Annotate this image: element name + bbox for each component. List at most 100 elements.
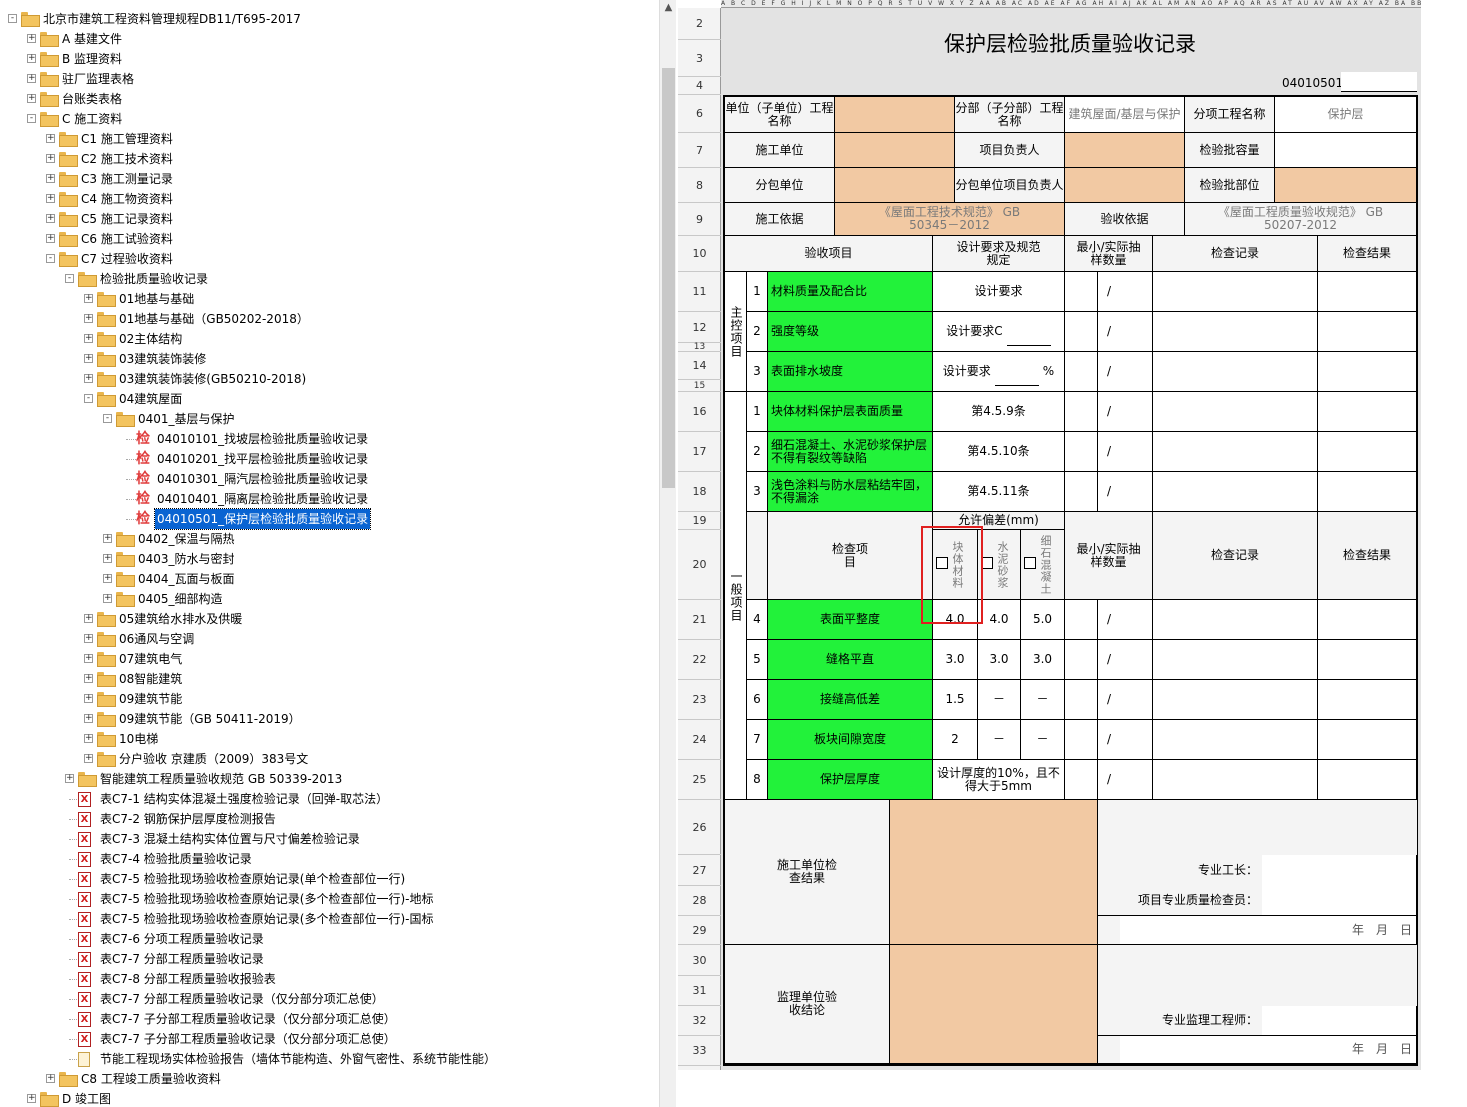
tree-node-label[interactable]: C7 过程验收资料 — [79, 249, 175, 269]
tree-node-label[interactable]: 06通风与空调 — [117, 629, 196, 649]
tree-node[interactable]: - 北京市建筑工程资料管理规程DB11/T695-2017 — [0, 9, 660, 29]
tree-node[interactable]: +03建筑装饰装修(GB50210-2018) — [0, 369, 660, 389]
tree-node-label[interactable]: C 施工资料 — [60, 109, 124, 129]
tree-node[interactable]: + C2 施工技术资料 — [0, 149, 660, 169]
expand-icon[interactable]: + — [27, 34, 36, 43]
min-sample-field[interactable] — [1065, 392, 1098, 432]
expand-icon[interactable]: + — [46, 134, 55, 143]
row-number[interactable]: 33 — [678, 1036, 721, 1066]
tree-node-label[interactable]: C8 工程竣工质量验收资料 — [79, 1069, 223, 1089]
result-field[interactable] — [1318, 392, 1417, 432]
tree-node-label[interactable]: 分户验收 京建质（2009）383号文 — [117, 749, 310, 769]
tree-node-label[interactable]: 0402_保温与隔热 — [136, 529, 237, 549]
expand-icon[interactable]: + — [84, 694, 93, 703]
tree-node[interactable]: 检 04010101_找坡层检验批质量验收记录 — [0, 429, 660, 449]
tree-node[interactable]: + C8 工程竣工质量验收资料 — [0, 1069, 660, 1089]
row-number[interactable]: 11 — [678, 272, 721, 312]
tree-node-label[interactable]: 表C7-5 检验批现场验收检查原始记录(单个检查部位一行) — [98, 869, 407, 889]
min-sample-field[interactable] — [1065, 720, 1098, 760]
expand-icon[interactable]: + — [84, 334, 93, 343]
row-number[interactable]: 24 — [678, 720, 721, 760]
min-sample-field[interactable] — [1065, 600, 1098, 640]
expand-icon[interactable]: + — [27, 54, 36, 63]
tree-node-label[interactable]: 04建筑屋面 — [117, 389, 184, 409]
expand-icon[interactable]: + — [46, 154, 55, 163]
tree-node[interactable]: 节能工程现场实体检验报告（墙体节能构造、外窗气密性、系统节能性能） — [0, 1049, 660, 1069]
tree-node-label[interactable]: 表C7-3 混凝土结构实体位置与尺寸偏差检验记录 — [98, 829, 362, 849]
tree-node[interactable]: +08智能建筑 — [0, 669, 660, 689]
row-number[interactable]: 19 — [678, 512, 721, 530]
tree-node-label[interactable]: 07建筑电气 — [117, 649, 184, 669]
row-number[interactable]: 27 — [678, 855, 721, 886]
tree-node[interactable]: +0403_防水与密封 — [0, 549, 660, 569]
collapse-icon[interactable]: - — [8, 14, 17, 23]
record-field[interactable] — [1153, 472, 1318, 512]
checkbox[interactable] — [1024, 556, 1036, 569]
expand-icon[interactable]: + — [103, 534, 112, 543]
actual-sample-field[interactable] — [1120, 472, 1153, 512]
expand-icon[interactable]: + — [27, 94, 36, 103]
tree-node[interactable]: X 表C7-4 检验批质量验收记录 — [0, 849, 660, 869]
tree-node[interactable]: X 表C7-1 结构实体混凝土强度检验记录（回弹-取芯法） — [0, 789, 660, 809]
code-suffix-field[interactable] — [1341, 72, 1417, 92]
tree-node[interactable]: - C7 过程验收资料 — [0, 249, 660, 269]
result-field[interactable] — [1318, 432, 1417, 472]
tree-node[interactable]: X 表C7-7 子分部工程质量验收记录（仅分部分项汇总使） — [0, 1009, 660, 1029]
tree-node[interactable]: +06通风与空调 — [0, 629, 660, 649]
tree-node[interactable]: 检 04010301_隔汽层检验批质量验收记录 — [0, 469, 660, 489]
row-number[interactable]: 15 — [678, 380, 721, 392]
actual-sample-field[interactable] — [1120, 680, 1153, 720]
tree-node-label[interactable]: 0404_瓦面与板面 — [136, 569, 237, 589]
tree-node[interactable]: X 表C7-5 检验批现场验收检查原始记录(单个检查部位一行) — [0, 869, 660, 889]
sub-pm-field[interactable] — [1065, 168, 1185, 203]
tree-node[interactable]: +01地基与基础（GB50202-2018） — [0, 309, 660, 329]
tree-node[interactable]: + C4 施工物资资料 — [0, 189, 660, 209]
tree-node[interactable]: +07建筑电气 — [0, 649, 660, 669]
collapse-icon[interactable]: - — [27, 114, 36, 123]
expand-icon[interactable]: + — [84, 354, 93, 363]
tree-node-label[interactable]: B 监理资料 — [60, 49, 124, 69]
tree-node[interactable]: +10电梯 — [0, 729, 660, 749]
actual-sample-field[interactable] — [1120, 720, 1153, 760]
record-field[interactable] — [1153, 680, 1318, 720]
engineer-field[interactable] — [1262, 1006, 1417, 1036]
tree-node[interactable]: + C1 施工管理资料 — [0, 129, 660, 149]
record-field[interactable] — [1153, 432, 1318, 472]
tree-scrollbar[interactable]: ▲ — [659, 0, 676, 1107]
row-number[interactable]: 16 — [678, 392, 721, 432]
tree-node-label[interactable]: C2 施工技术资料 — [79, 149, 175, 169]
capacity-field[interactable] — [1275, 133, 1417, 168]
tree-node[interactable]: 检 04010501_保护层检验批质量验收记录 — [0, 508, 660, 530]
expand-icon[interactable]: + — [27, 74, 36, 83]
row-number[interactable]: 28 — [678, 886, 721, 916]
result-field[interactable] — [1318, 312, 1417, 352]
record-field[interactable] — [1153, 640, 1318, 680]
row-number[interactable]: 6 — [678, 95, 721, 133]
expand-icon[interactable]: + — [84, 294, 93, 303]
min-sample-field[interactable] — [1065, 760, 1098, 800]
tree-node-label[interactable]: 表C7-4 检验批质量验收记录 — [98, 849, 254, 869]
tree-node-label[interactable]: 表C7-6 分项工程质量验收记录 — [98, 929, 266, 949]
actual-sample-field[interactable] — [1120, 272, 1153, 312]
tree-node[interactable]: X 表C7-7 分部工程质量验收记录 — [0, 949, 660, 969]
row-number[interactable]: 31 — [678, 976, 721, 1006]
tree-node[interactable]: - 检验批质量验收记录 — [0, 269, 660, 289]
actual-sample-field[interactable] — [1120, 432, 1153, 472]
row-number[interactable]: 21 — [678, 600, 721, 640]
tree-node-label[interactable]: C5 施工记录资料 — [79, 209, 175, 229]
row-number[interactable]: 9 — [678, 203, 721, 236]
tree-node[interactable]: 检 04010201_找平层检验批质量验收记录 — [0, 449, 660, 469]
actual-sample-field[interactable] — [1120, 312, 1153, 352]
tree-node-label[interactable]: 表C7-7 子分部工程质量验收记录（仅分部分项汇总使） — [98, 1029, 398, 1049]
tree-node-label[interactable]: 台账类表格 — [60, 89, 124, 109]
row-number[interactable]: 17 — [678, 432, 721, 472]
row-number[interactable]: 7 — [678, 133, 721, 168]
expand-icon[interactable]: + — [46, 1074, 55, 1083]
collapse-icon[interactable]: - — [103, 414, 112, 423]
unit-name-field[interactable] — [835, 97, 955, 133]
tree-node[interactable]: X 表C7-8 分部工程质量验收报验表 — [0, 969, 660, 989]
tree-node-label[interactable]: 节能工程现场实体检验报告（墙体节能构造、外窗气密性、系统节能性能） — [98, 1049, 498, 1069]
row-number[interactable]: 14 — [678, 352, 721, 380]
row-number[interactable]: 25 — [678, 760, 721, 800]
tree-node-label[interactable]: 04010501_保护层检验批质量验收记录 — [153, 508, 372, 530]
